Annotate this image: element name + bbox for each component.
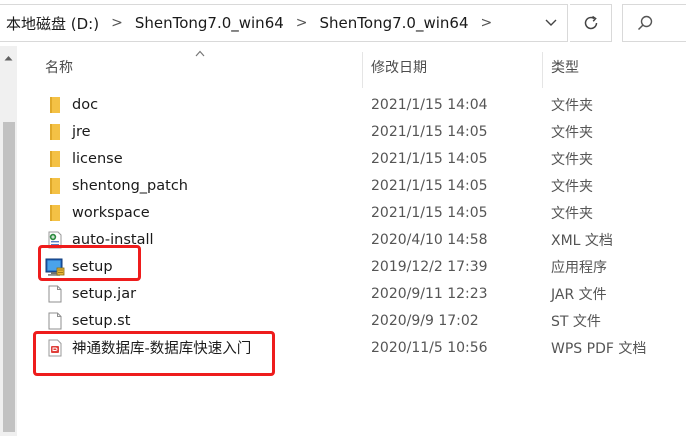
refresh-icon	[584, 15, 597, 30]
file-name: setup.jar	[72, 285, 137, 302]
file-row-license[interactable]: license 2021/1/15 14:05 文件夹	[17, 145, 686, 172]
file-date: 2019/12/2 17:39	[371, 258, 488, 275]
breadcrumb-separator[interactable]: >	[288, 15, 316, 31]
file-date: 2020/4/10 14:58	[371, 231, 488, 248]
highlight-box-pdf-guide	[33, 331, 275, 376]
breadcrumb-separator[interactable]: >	[103, 15, 131, 31]
column-type[interactable]: 类型	[551, 46, 681, 88]
refresh-button[interactable]	[570, 4, 612, 42]
file-date: 2020/9/11 12:23	[371, 285, 488, 302]
file-name: setup.st	[72, 312, 131, 329]
file-date: 2020/11/5 10:56	[371, 339, 488, 356]
folder-icon	[45, 176, 65, 196]
folder-icon	[45, 95, 65, 115]
file-type: 文件夹	[551, 205, 593, 222]
file-row-doc[interactable]: doc 2021/1/15 14:04 文件夹	[17, 91, 686, 118]
vertical-scrollbar[interactable]	[0, 46, 17, 436]
file-row-setup-jar[interactable]: setup.jar 2020/9/11 12:23 JAR 文件	[17, 280, 686, 307]
blank-file-icon	[45, 284, 65, 304]
file-row-workspace[interactable]: workspace 2021/1/15 14:05 文件夹	[17, 199, 686, 226]
chevron-down-icon[interactable]	[535, 5, 567, 41]
file-type: 应用程序	[551, 259, 607, 276]
address-bar-area: 本地磁盘 (D:) > ShenTong7.0_win64 > ShenTong…	[0, 0, 686, 46]
file-type: 文件夹	[551, 97, 593, 114]
column-divider[interactable]	[362, 52, 363, 88]
folder-icon	[45, 122, 65, 142]
search-box[interactable]	[622, 4, 686, 42]
highlight-box-setup	[38, 245, 141, 281]
column-name[interactable]: 名称	[45, 46, 363, 88]
file-date: 2021/1/15 14:05	[371, 123, 488, 140]
blank-file-icon	[45, 311, 65, 331]
file-name: jre	[72, 123, 91, 140]
column-divider[interactable]	[542, 52, 543, 88]
file-type: 文件夹	[551, 151, 593, 168]
column-modified[interactable]: 修改日期	[371, 46, 541, 88]
file-date: 2021/1/15 14:05	[371, 204, 488, 221]
file-name: license	[72, 150, 123, 167]
file-row-jre[interactable]: jre 2021/1/15 14:05 文件夹	[17, 118, 686, 145]
folder-icon	[45, 203, 65, 223]
scroll-up-icon[interactable]	[0, 52, 17, 66]
file-type: XML 文档	[551, 232, 613, 249]
file-type: WPS PDF 文档	[551, 340, 647, 357]
file-type: 文件夹	[551, 178, 593, 195]
file-row-shentong-patch[interactable]: shentong_patch 2021/1/15 14:05 文件夹	[17, 172, 686, 199]
file-list: doc 2021/1/15 14:04 文件夹 jre 2021/1/15 14…	[17, 91, 686, 361]
scrollbar-thumb[interactable]	[3, 122, 15, 432]
file-name: shentong_patch	[72, 177, 188, 194]
file-type: JAR 文件	[551, 286, 607, 303]
file-type: 文件夹	[551, 124, 593, 141]
file-date: 2021/1/15 14:04	[371, 96, 488, 113]
file-row-setup-st[interactable]: setup.st 2020/9/9 17:02 ST 文件	[17, 307, 686, 334]
file-date: 2021/1/15 14:05	[371, 150, 488, 167]
folder-icon	[45, 149, 65, 169]
breadcrumb-folder-2[interactable]: ShenTong7.0_win64	[316, 14, 473, 32]
file-date: 2020/9/9 17:02	[371, 312, 479, 329]
file-type: ST 文件	[551, 313, 601, 330]
address-bar[interactable]: 本地磁盘 (D:) > ShenTong7.0_win64 > ShenTong…	[0, 4, 568, 42]
search-icon	[637, 15, 653, 31]
file-date: 2021/1/15 14:05	[371, 177, 488, 194]
file-name: doc	[72, 96, 99, 113]
column-header: 名称 修改日期 类型	[17, 46, 686, 88]
file-name: workspace	[72, 204, 150, 221]
breadcrumb-folder-1[interactable]: ShenTong7.0_win64	[131, 14, 288, 32]
breadcrumb-drive[interactable]: 本地磁盘 (D:)	[0, 13, 103, 34]
breadcrumb-separator[interactable]: >	[472, 15, 500, 31]
